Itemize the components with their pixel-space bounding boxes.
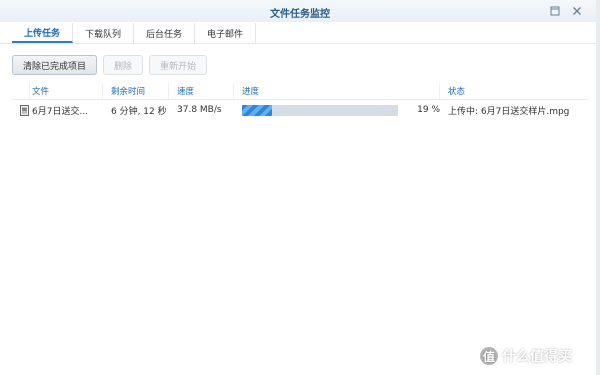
- file-name: 6月7日送交...: [32, 106, 89, 117]
- watermark-text: 什么值得买: [502, 349, 572, 365]
- column-header-speed[interactable]: 速度: [169, 83, 234, 99]
- clear-completed-button[interactable]: 清除已完成项目: [12, 55, 98, 75]
- watermark-badge: 值: [480, 347, 498, 365]
- table-header: 文件 剩余时间 速度 进度 状态: [12, 83, 588, 100]
- column-header-file[interactable]: 文件: [30, 83, 103, 99]
- maximize-icon[interactable]: [548, 4, 562, 18]
- window-title: 文件任务监控: [270, 9, 330, 20]
- tab-divider: [0, 43, 600, 44]
- window-edge: [596, 0, 600, 375]
- transfer-speed: 37.8 MB/s: [177, 105, 222, 115]
- file-icon: [12, 100, 30, 120]
- column-header-time-left[interactable]: 剩余时间: [103, 83, 169, 99]
- toolbar: 清除已完成项目 删除 重新开始: [12, 55, 208, 75]
- restart-button[interactable]: 重新开始: [149, 55, 208, 75]
- tab-email[interactable]: 电子邮件: [195, 23, 257, 43]
- watermark: 值 什么值得买: [480, 345, 572, 367]
- tab-background-tasks[interactable]: 后台任务: [134, 23, 196, 43]
- column-header-progress[interactable]: 进度: [234, 83, 440, 99]
- progress-fill: [242, 104, 272, 116]
- progress-cell: 19 %: [234, 100, 440, 120]
- file-task-monitor-window: 文件任务监控 上传任务 下载队列 后台任务 电子邮件 清除已完成项目 删除 重新…: [0, 0, 600, 375]
- tab-upload-tasks[interactable]: 上传任务: [12, 23, 74, 43]
- tab-bar: 上传任务 下载队列 后台任务 电子邮件: [12, 23, 257, 43]
- task-table: 文件 剩余时间 速度 进度 状态 6月7日送交... 6 分钟, 12 秒 37…: [12, 83, 588, 120]
- progress-percent: 19 %: [417, 105, 440, 115]
- time-left: 6 分钟, 12 秒: [111, 106, 167, 117]
- close-icon[interactable]: [570, 4, 584, 18]
- upload-status: 上传中: 6月7日送交样片.mpg: [448, 106, 570, 117]
- column-header-status[interactable]: 状态: [440, 83, 588, 99]
- table-row[interactable]: 6月7日送交... 6 分钟, 12 秒 37.8 MB/s 19 % 上传中:…: [12, 100, 588, 120]
- tab-download-queue[interactable]: 下载队列: [73, 23, 135, 43]
- title-bar: 文件任务监控: [0, 0, 600, 22]
- progress-bar: [242, 104, 398, 116]
- delete-button[interactable]: 删除: [103, 55, 144, 75]
- icon-column-header: [12, 83, 30, 99]
